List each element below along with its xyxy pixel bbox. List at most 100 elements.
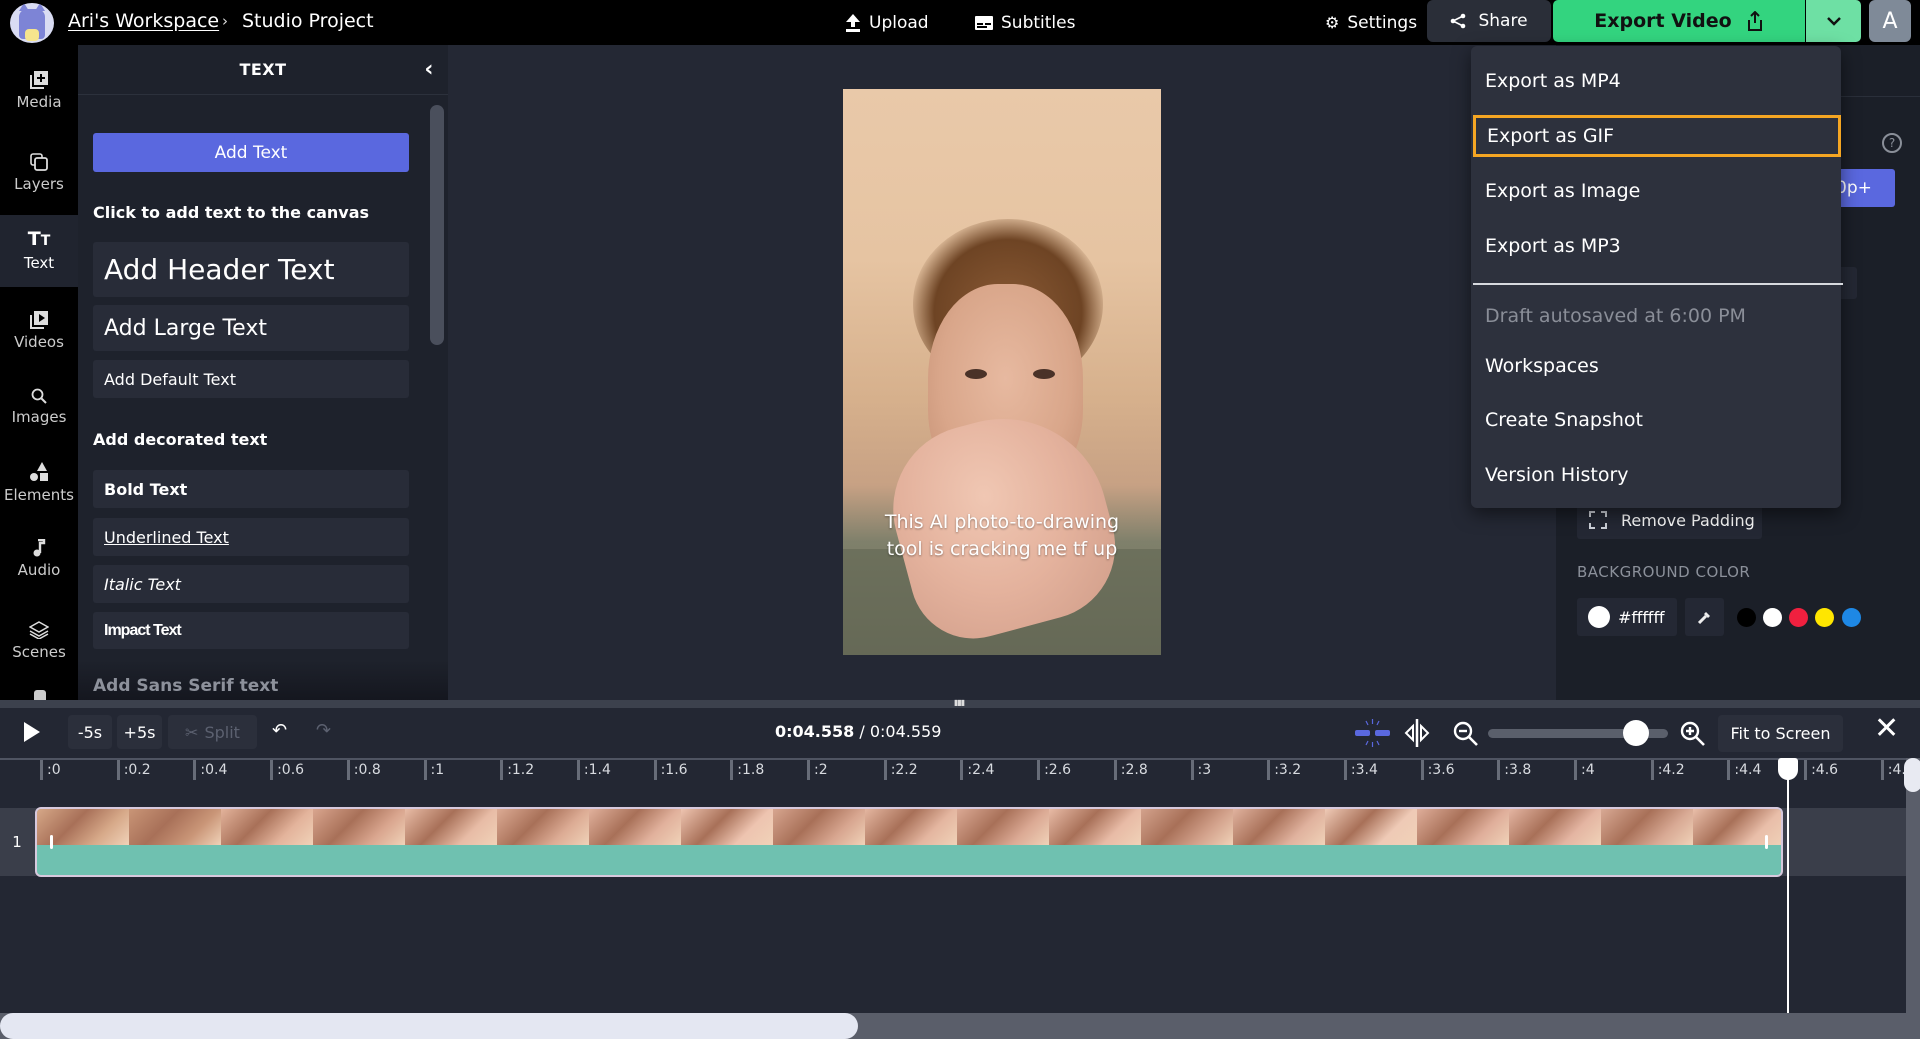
zoom-out-icon[interactable] — [1453, 721, 1479, 747]
rail-item-text[interactable]: TT Text — [0, 215, 78, 287]
ruler-tick: :3.6 — [1420, 760, 1455, 780]
user-avatar[interactable]: A — [1869, 0, 1911, 42]
timeline-ruler[interactable]: :0:0.2:0.4:0.6:0.8:1:1.2:1.4:1.6:1.8:2:2… — [0, 758, 1920, 788]
export-video-button[interactable]: Export Video — [1553, 0, 1805, 42]
padding-icon — [1589, 511, 1607, 529]
add-header-text-option[interactable]: Add Header Text — [93, 242, 409, 297]
clip-thumbnail — [497, 809, 589, 845]
rail-item-media[interactable]: Media — [0, 53, 78, 129]
search-icon — [31, 388, 47, 404]
undo-icon[interactable]: ↶ — [272, 720, 287, 741]
share-icon — [1451, 13, 1466, 29]
skip-back-5s-button[interactable]: -5s — [68, 715, 112, 749]
ruler-tick: :3 — [1190, 760, 1211, 780]
rail-item-videos[interactable]: Videos — [0, 293, 78, 369]
workspace-logo[interactable] — [10, 3, 54, 43]
export-as-mp4-item[interactable]: Export as MP4 — [1471, 60, 1841, 102]
export-as-mp3-item[interactable]: Export as MP3 — [1471, 225, 1841, 267]
impact-text-option[interactable]: Impact Text — [93, 612, 409, 649]
export-as-gif-item[interactable]: Export as GIF — [1473, 115, 1841, 157]
subtitles-button[interactable]: Subtitles — [975, 0, 1075, 45]
rail-item-images[interactable]: Images — [0, 369, 78, 445]
ruler-tick: :3.4 — [1343, 760, 1378, 780]
snap-magnet-icon[interactable] — [1355, 718, 1391, 748]
fit-to-screen-button[interactable]: Fit to Screen — [1718, 715, 1843, 752]
rail-item-scenes[interactable]: Scenes — [0, 603, 78, 679]
zoom-slider-thumb[interactable] — [1622, 720, 1649, 746]
rail-more-icon[interactable] — [34, 690, 46, 700]
horizontal-scrollbar-thumb[interactable] — [0, 1013, 858, 1039]
stack-icon — [29, 621, 49, 639]
export-as-image-item[interactable]: Export as Image — [1471, 170, 1841, 212]
collapse-panel-chevron-left-icon[interactable]: ‹ — [424, 57, 434, 82]
add-default-text-option[interactable]: Add Default Text — [93, 360, 409, 398]
create-snapshot-item[interactable]: Create Snapshot — [1471, 399, 1841, 441]
text-panel: TEXT ‹ Add Text Click to add text to the… — [78, 45, 448, 700]
add-large-text-option[interactable]: Add Large Text — [93, 305, 409, 351]
clip-thumbnail — [1325, 809, 1417, 845]
video-clip[interactable] — [35, 807, 1783, 877]
background-color-picker[interactable]: #ffffff — [1577, 598, 1677, 636]
background-hex-value: #ffffff — [1618, 607, 1665, 627]
subtitles-label: Subtitles — [1001, 12, 1076, 33]
help-icon[interactable]: ? — [1882, 133, 1902, 153]
preset-color-blue[interactable] — [1842, 608, 1861, 627]
caption-line: This AI photo-to-drawing — [884, 511, 1120, 533]
rail-item-audio[interactable]: Audio — [0, 521, 78, 597]
resize-grip-icon[interactable]: ▮▮▮ — [954, 699, 968, 707]
rail-item-layers[interactable]: Layers — [0, 135, 78, 211]
top-bar: Ari's Workspace › Studio Project Upload … — [0, 0, 1920, 45]
rail-label: Media — [16, 93, 62, 111]
timeline-vertical-scrollbar[interactable] — [1906, 758, 1920, 1039]
settings-button[interactable]: ⚙ Settings — [1325, 0, 1417, 45]
italic-text-option[interactable]: Italic Text — [93, 565, 409, 603]
playhead-handle[interactable] — [1777, 758, 1798, 780]
breadcrumb-project[interactable]: Studio Project — [242, 10, 374, 32]
zoom-in-icon[interactable] — [1680, 721, 1706, 747]
media-add-icon — [30, 71, 48, 89]
play-icon[interactable] — [24, 722, 40, 742]
ruler-tick: :1 — [423, 760, 444, 780]
clip-trim-handle-right[interactable] — [1765, 835, 1768, 849]
panel-scrollbar[interactable] — [430, 105, 444, 345]
redo-icon[interactable]: ↷ — [316, 720, 331, 741]
rail-item-elements[interactable]: Elements — [0, 445, 78, 521]
upload-button[interactable]: Upload — [845, 0, 929, 45]
close-timeline-icon[interactable]: ✕ — [1874, 714, 1899, 744]
rail-label: Text — [23, 254, 55, 272]
rail-label: Layers — [14, 175, 64, 193]
skip-forward-5s-button[interactable]: +5s — [117, 715, 162, 749]
preset-color-yellow[interactable] — [1815, 608, 1834, 627]
split-button[interactable]: ✂ Split — [168, 715, 257, 749]
version-history-item[interactable]: Version History — [1471, 454, 1841, 496]
layers-icon — [30, 153, 48, 171]
vertical-scrollbar-thumb[interactable] — [1904, 758, 1920, 792]
video-content — [1033, 369, 1055, 379]
split-view-icon[interactable] — [1403, 718, 1431, 748]
eyedropper-icon — [1697, 612, 1710, 625]
underlined-text-option[interactable]: Underlined Text — [93, 518, 409, 556]
click-hint-label: Click to add text to the canvas — [93, 203, 370, 222]
clip-trim-handle-left[interactable] — [50, 835, 53, 849]
bold-text-option[interactable]: Bold Text — [93, 470, 409, 508]
clip-thumbnails — [37, 809, 1781, 845]
eyedropper-button[interactable] — [1685, 598, 1724, 636]
video-preview[interactable]: This AI photo-to-drawing tool is crackin… — [843, 89, 1161, 655]
export-options-dropdown-toggle[interactable] — [1806, 0, 1861, 42]
caption-line: tool is cracking me tf up — [886, 538, 1118, 560]
export-upload-icon — [1747, 11, 1762, 31]
share-button[interactable]: Share — [1427, 0, 1551, 42]
breadcrumb-workspace[interactable]: Ari's Workspace — [68, 10, 219, 32]
sans-serif-text-label: Add Sans Serif text — [93, 676, 279, 696]
preset-color-white[interactable] — [1763, 608, 1782, 627]
preset-color-black[interactable] — [1737, 608, 1756, 627]
playhead-line — [1786, 766, 1789, 1039]
ruler-tick: :2.8 — [1113, 760, 1148, 780]
video-caption-text[interactable]: This AI photo-to-drawing tool is crackin… — [843, 509, 1161, 563]
preset-color-red[interactable] — [1789, 608, 1808, 627]
gear-icon: ⚙ — [1325, 13, 1340, 32]
clip-thumbnail — [1601, 809, 1693, 845]
workspaces-item[interactable]: Workspaces — [1471, 345, 1841, 387]
remove-padding-label: Remove Padding — [1621, 510, 1755, 530]
add-text-button[interactable]: Add Text — [93, 133, 409, 172]
